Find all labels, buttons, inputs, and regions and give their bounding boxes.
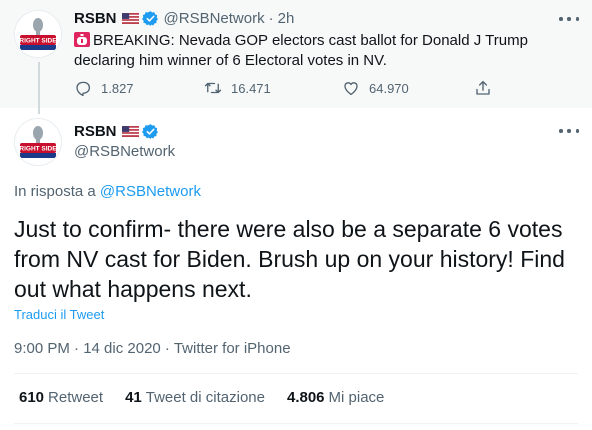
tweet-timestamp[interactable]: 9:00 PM · 14 dic 2020 · Twitter for iPho… [14, 340, 291, 357]
main-more-options-icon[interactable] [559, 123, 579, 139]
translate-tweet-link[interactable]: Traduci il Tweet [14, 307, 104, 322]
us-flag-icon [121, 126, 139, 137]
heart-icon [344, 82, 358, 96]
parent-display-name[interactable]: RSBN [74, 10, 117, 27]
divider [14, 373, 578, 374]
reply-button[interactable]: 1.827 [74, 79, 134, 97]
parent-handle[interactable]: @RSBNetwork [164, 10, 265, 27]
verified-badge-icon [141, 11, 158, 26]
reply-count: 1.827 [101, 80, 134, 96]
main-avatar-logo-text: RIGHT SIDE [19, 146, 57, 153]
quotes-count: 41 [125, 389, 142, 406]
parent-header: RSBN @RSBNetwork · 2h [74, 10, 294, 27]
main-handle[interactable]: @RSBNetwork [74, 143, 175, 160]
reply-prefix: In risposta a [14, 183, 96, 200]
retweet-count: 16.471 [231, 80, 271, 96]
main-display-name[interactable]: RSBN [74, 123, 117, 140]
like-count: 64.970 [369, 80, 409, 96]
main-avatar[interactable]: RIGHT SIDE [14, 118, 62, 166]
engagement-stats: 610 Retweet 41 Tweet di citazione 4.806 Mi … [19, 389, 406, 406]
retweet-icon [204, 82, 222, 94]
parent-avatar-logo-text: RIGHT SIDE [19, 38, 57, 45]
main-header: RSBN [74, 123, 159, 140]
siren-emoji-icon [74, 32, 90, 47]
retweet-button[interactable]: 16.471 [204, 79, 271, 97]
reply-to-handle-link[interactable]: @RSBNetwork [100, 183, 201, 200]
parent-tweet-text: BREAKING: Nevada GOP electors cast ballo… [74, 31, 579, 71]
separator-dot: · [268, 10, 274, 27]
parent-avatar[interactable]: RIGHT SIDE [14, 10, 62, 58]
parent-time[interactable]: 2h [278, 10, 295, 27]
likes-count: 4.806 [286, 389, 325, 406]
likes-stat[interactable]: 4.806 Mi piace [287, 389, 384, 406]
us-flag-icon [121, 13, 139, 24]
main-tweet-text: Just to confirm- there were also be a se… [14, 216, 565, 302]
quote-tweets-stat[interactable]: 41 Tweet di citazione [125, 389, 265, 406]
likes-label: Mi piace [328, 389, 385, 406]
parent-more-options-icon[interactable] [559, 11, 579, 27]
verified-badge-icon [141, 124, 158, 139]
divider [14, 423, 578, 424]
parent-tweet-text-content: BREAKING: Nevada GOP electors cast ballo… [74, 32, 528, 69]
quotes-label: Tweet di citazione [145, 389, 265, 406]
reply-icon [76, 81, 91, 97]
retweets-count: 610 [19, 389, 45, 406]
parent-tweet[interactable]: RIGHT SIDE RSBN @RSBNetwork · 2h BREAKIN… [0, 0, 592, 108]
share-icon [476, 80, 490, 95]
retweets-label: Retweet [48, 389, 104, 406]
retweets-stat[interactable]: 610 Retweet [19, 389, 103, 406]
reply-context: In risposta a @RSBNetwork [14, 183, 201, 200]
share-button[interactable] [474, 79, 501, 97]
thread-connector-line [38, 62, 40, 114]
parent-action-bar: 1.827 16.471 64.970 [74, 79, 504, 99]
like-button[interactable]: 64.970 [342, 79, 409, 97]
